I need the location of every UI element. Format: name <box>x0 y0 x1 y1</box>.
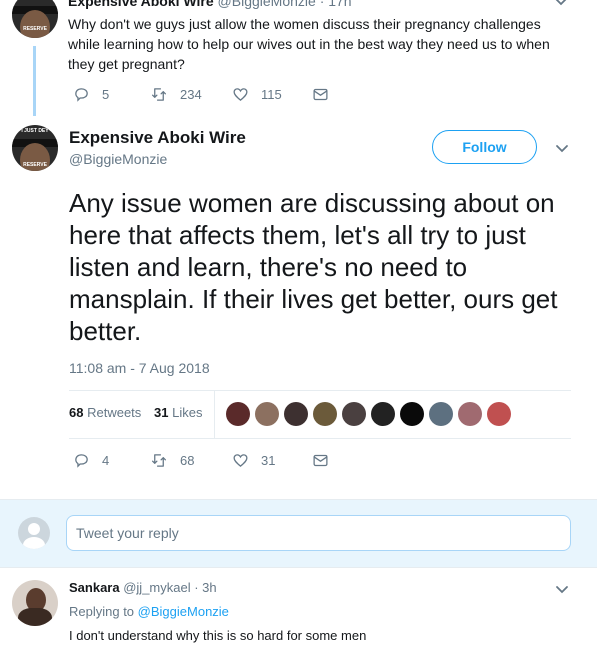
envelope-icon <box>313 454 328 467</box>
main-author-name[interactable]: Expensive Aboki Wire <box>69 128 246 148</box>
parent-retweet-button[interactable]: 234 <box>150 86 202 103</box>
main-retweet-count: 68 <box>180 453 195 468</box>
envelope-icon <box>313 88 328 101</box>
reply-author-handle[interactable]: @jj_mykael <box>123 580 190 595</box>
main-author-avatar[interactable]: I JUST DEY RESERVE <box>12 125 58 171</box>
parent-chevron-down-icon[interactable] <box>553 0 569 10</box>
parent-tweet-text: Why don't we guys just allow the women d… <box>68 16 550 72</box>
reply-tweet-text: I don't understand why this is so hard f… <box>69 628 367 643</box>
parent-avatar[interactable]: RESERVE <box>12 0 58 38</box>
liker-avatar[interactable] <box>458 402 482 426</box>
retweets-stat-count: 68 <box>69 405 84 420</box>
parent-retweet-count: 234 <box>180 87 202 102</box>
parent-time[interactable]: · 17h <box>320 0 352 9</box>
reply-icon <box>75 454 88 468</box>
likes-stat[interactable]: 31 Likes <box>154 405 202 420</box>
main-author-handle[interactable]: @BiggieMonzie <box>69 151 167 167</box>
reply-author-avatar[interactable] <box>12 580 58 626</box>
retweets-stat[interactable]: 68 Retweets <box>69 405 141 420</box>
tweet-reply-input[interactable]: Tweet your reply <box>66 515 571 551</box>
reply-chevron-down-icon[interactable] <box>554 582 570 598</box>
main-reply-count: 4 <box>102 453 110 468</box>
stats-bottom-divider <box>69 438 571 439</box>
reply-header: Sankara @jj_mykael · 3h <box>69 580 217 595</box>
main-like-button[interactable]: 31 <box>232 452 275 469</box>
main-tweet-timestamp[interactable]: 11:08 am - 7 Aug 2018 <box>69 360 210 376</box>
main-reply-button[interactable]: 4 <box>73 452 109 469</box>
reply-time[interactable]: · 3h <box>194 580 216 595</box>
liker-avatar[interactable] <box>429 402 453 426</box>
heart-icon <box>233 454 248 467</box>
parent-reply-count: 5 <box>102 87 110 102</box>
compose-avatar <box>18 517 50 549</box>
main-retweet-button[interactable]: 68 <box>150 452 194 469</box>
parent-like-count: 115 <box>261 87 282 102</box>
liker-avatar[interactable] <box>313 402 337 426</box>
replying-to-line: Replying to @BiggieMonzie <box>69 604 229 619</box>
parent-like-button[interactable]: 115 <box>232 86 282 103</box>
main-like-count: 31 <box>261 453 276 468</box>
retweet-icon <box>151 88 167 101</box>
liker-avatar[interactable] <box>226 402 250 426</box>
replying-to-prefix: Replying to <box>69 604 135 619</box>
stats-vertical-divider <box>214 391 215 438</box>
follow-button[interactable]: Follow <box>432 130 537 164</box>
thread-line <box>33 46 36 116</box>
parent-author-name[interactable]: Expensive Aboki Wire <box>68 0 214 9</box>
main-tweet-text: Any issue women are discussing about on … <box>69 188 558 346</box>
parent-reply-button[interactable]: 5 <box>73 86 109 103</box>
liker-avatar[interactable] <box>371 402 395 426</box>
liker-avatar[interactable] <box>400 402 424 426</box>
main-dm-button[interactable] <box>312 452 341 469</box>
liker-avatar[interactable] <box>284 402 308 426</box>
stats-top-divider <box>69 390 571 391</box>
main-chevron-down-icon[interactable] <box>554 141 570 157</box>
retweet-icon <box>151 454 167 467</box>
likes-stat-count: 31 <box>154 405 169 420</box>
parent-author-handle[interactable]: @BiggieMonzie <box>218 0 316 9</box>
reply-author-name[interactable]: Sankara <box>69 580 120 595</box>
liker-avatar[interactable] <box>487 402 511 426</box>
liker-avatars <box>226 402 511 426</box>
liker-avatar[interactable] <box>342 402 366 426</box>
parent-header: Expensive Aboki Wire @BiggieMonzie · 17h <box>68 0 352 9</box>
heart-icon <box>233 88 248 101</box>
parent-dm-button[interactable] <box>312 86 341 103</box>
retweets-stat-label: Retweets <box>87 405 142 420</box>
likes-stat-label: Likes <box>172 405 203 420</box>
liker-avatar[interactable] <box>255 402 279 426</box>
reply-icon <box>75 88 88 102</box>
replying-to-link[interactable]: @BiggieMonzie <box>138 604 229 619</box>
